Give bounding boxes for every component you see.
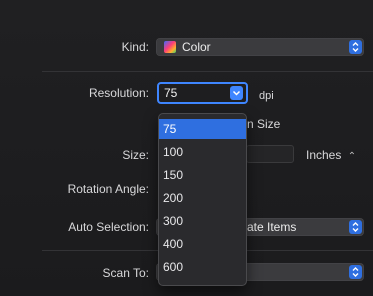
auto-selection-arrows-icon: [349, 220, 362, 234]
size-unit-value: Inches: [306, 148, 342, 162]
menu-item-100[interactable]: 100: [159, 142, 246, 162]
resolution-combobox[interactable]: 75: [157, 82, 248, 104]
use-custom-size-label[interactable]: n Size: [247, 117, 280, 131]
kind-label: Kind:: [121, 40, 149, 54]
menu-item-150[interactable]: 150: [159, 165, 246, 185]
up-down-chevron-icon: ⌃: [347, 151, 357, 162]
color-swatch-icon: [164, 41, 176, 53]
menu-item-400[interactable]: 400: [159, 234, 246, 254]
scan-settings-panel: Kind: Color Resolution: 75 dpi n Size Si…: [0, 0, 373, 296]
resolution-unit: dpi: [259, 90, 274, 102]
menu-item-600[interactable]: 600: [159, 257, 246, 277]
resolution-value: 75: [164, 86, 178, 100]
scan-to-arrows-icon: [349, 265, 362, 279]
kind-popup[interactable]: Color: [156, 38, 364, 56]
menu-item-200[interactable]: 200: [159, 188, 246, 208]
kind-value: Color: [182, 40, 211, 54]
auto-selection-label: Auto Selection:: [68, 220, 149, 234]
size-label: Size:: [122, 148, 149, 162]
kind-popup-arrows-icon: [349, 40, 362, 54]
rotation-angle-label: Rotation Angle:: [67, 182, 149, 196]
resolution-dropdown-menu: 75 100 150 200 300 400 600: [158, 113, 247, 286]
divider: [42, 71, 373, 72]
size-height-field[interactable]: [246, 145, 294, 163]
scan-to-label: Scan To:: [102, 266, 149, 280]
auto-selection-value: ate Items: [247, 220, 297, 234]
menu-item-300[interactable]: 300: [159, 211, 246, 231]
size-unit-popup[interactable]: Inches ⌃: [306, 148, 356, 162]
chevron-down-icon[interactable]: [230, 86, 243, 100]
menu-item-75[interactable]: 75: [159, 119, 246, 139]
resolution-label: Resolution:: [88, 86, 149, 100]
